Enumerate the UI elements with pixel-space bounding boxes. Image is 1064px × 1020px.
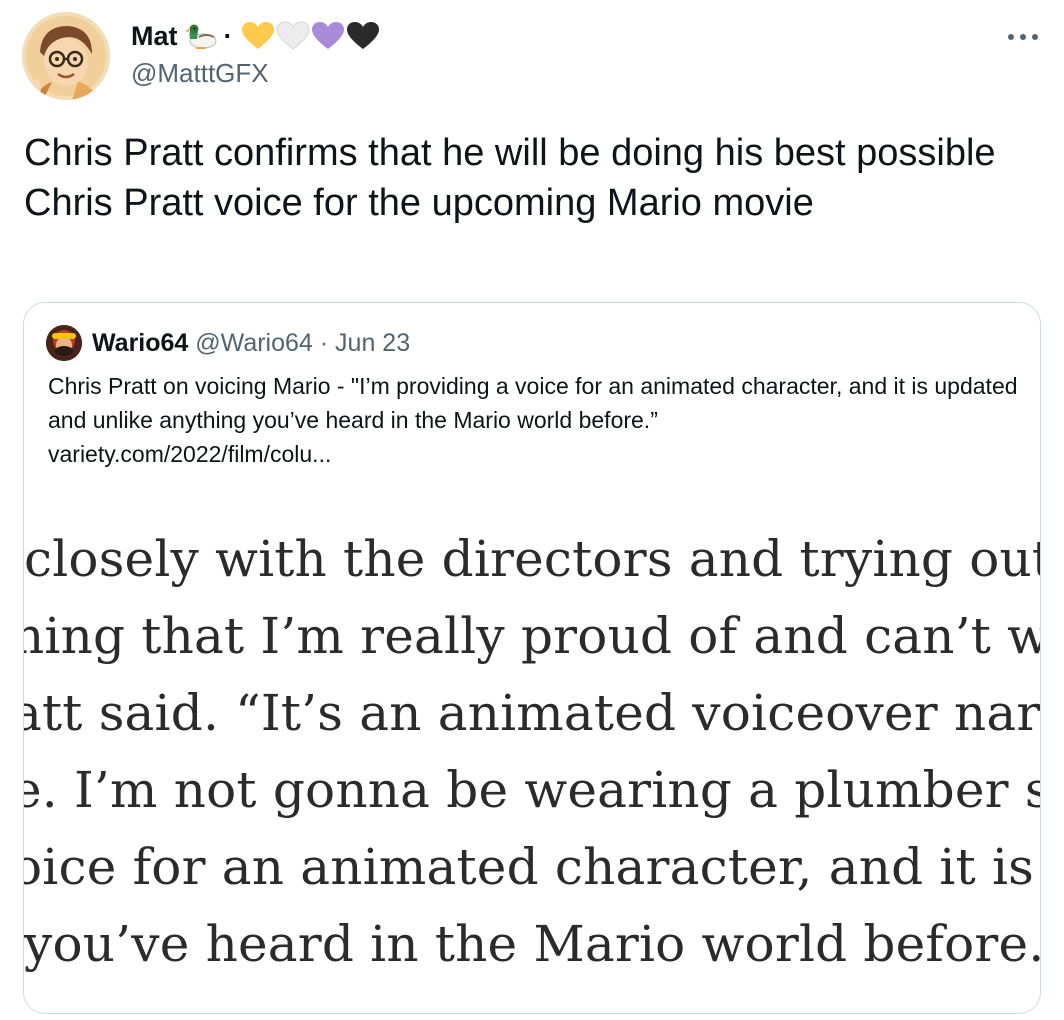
duck-emoji-icon — [184, 21, 218, 51]
quoted-tweet-card[interactable]: Wario64 @Wario64 · Jun 23 Chris Pratt on… — [23, 302, 1041, 1014]
quoted-author-avatar[interactable] — [46, 325, 82, 361]
article-text-line: att said. “It’s an animated voiceover na… — [24, 684, 1040, 742]
name-separator: · — [223, 20, 233, 51]
author-name[interactable]: Mat — [131, 21, 178, 52]
yellow-heart-icon — [241, 21, 275, 51]
quoted-header: Wario64 @Wario64 · Jun 23 — [92, 327, 410, 359]
avatar-illustration — [22, 12, 110, 100]
article-text-line: you’ve heard in the Mario world before.” — [24, 915, 1040, 973]
author-name-row: Mat · — [131, 18, 381, 54]
quoted-link[interactable]: variety.com/2022/film/colu... — [48, 437, 1018, 471]
quoted-author-name[interactable]: Wario64 — [92, 329, 188, 357]
more-horizontal-icon — [1008, 34, 1038, 40]
white-heart-icon — [275, 21, 310, 51]
article-text-line: oice for an animated character, and it i… — [24, 838, 1040, 896]
author-avatar[interactable] — [22, 12, 110, 100]
quoted-author-handle[interactable]: @Wario64 — [195, 329, 313, 357]
quoted-body: Chris Pratt on voicing Mario - "I’m prov… — [48, 369, 1018, 471]
article-text-line: hing that I’m really proud of and can’t … — [24, 607, 1040, 665]
more-options-button[interactable] — [1003, 22, 1043, 52]
black-heart-icon — [346, 21, 380, 51]
article-text-line: e. I’m not gonna be wearing a plumber su… — [24, 761, 1040, 819]
quoted-text: Chris Pratt on voicing Mario - "I’m prov… — [48, 373, 1018, 433]
quoted-article-image[interactable]: closely with the directors and trying ou… — [24, 503, 1040, 1013]
quoted-date[interactable]: · Jun 23 — [320, 329, 410, 357]
purple-heart-icon — [311, 21, 345, 51]
avatar-illustration — [46, 325, 82, 361]
article-text-line: closely with the directors and trying ou… — [24, 530, 1040, 588]
author-handle[interactable]: @MatttGFX — [131, 58, 269, 89]
tweet-text: Chris Pratt confirms that he will be doi… — [24, 132, 996, 224]
